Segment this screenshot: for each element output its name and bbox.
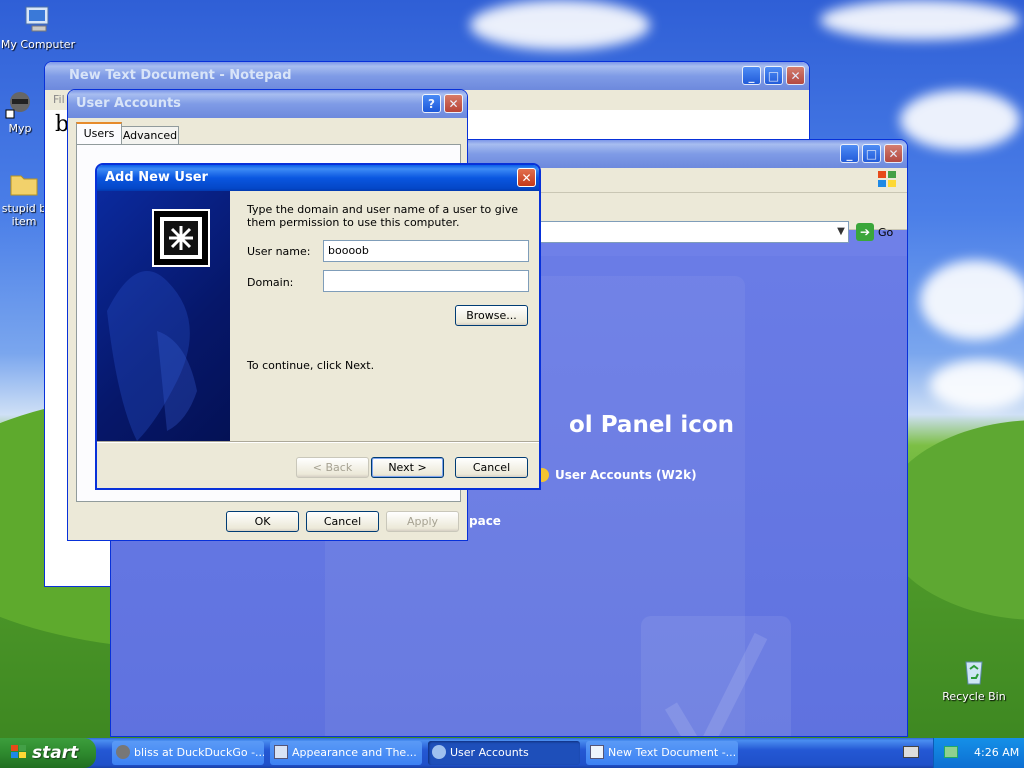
start-button[interactable]: start	[0, 738, 96, 768]
checkmark-watermark-icon	[631, 586, 811, 736]
browse-button[interactable]: Browse...	[455, 305, 528, 326]
add-new-user-title: Add New User	[105, 170, 208, 185]
notepad-menu-file[interactable]: Fil	[45, 93, 65, 106]
my-computer-icon[interactable]: My Computer	[0, 4, 76, 51]
wizard-side-image	[97, 191, 230, 441]
add-new-user-titlebar[interactable]: Add New User ✕	[97, 165, 539, 191]
help-icon[interactable]: ?	[422, 94, 441, 113]
task-user-accounts[interactable]: User Accounts	[428, 741, 580, 765]
next-button[interactable]: Next >	[371, 457, 444, 478]
network-icon[interactable]	[944, 746, 958, 758]
control-panel-heading: ol Panel icon	[569, 412, 735, 438]
cancel-button[interactable]: Cancel	[306, 511, 379, 532]
stupid-folder-label: stupid b item	[1, 202, 47, 228]
my-computer-label: My Computer	[0, 38, 76, 51]
computer-icon	[22, 4, 54, 36]
wizard-key-icon	[152, 209, 210, 267]
domain-input[interactable]	[323, 270, 529, 292]
minimize-icon[interactable]: _	[840, 144, 859, 163]
task-label: User Accounts	[450, 746, 529, 759]
username-label: User name:	[247, 245, 311, 258]
raccoon-icon	[116, 745, 130, 759]
taskbar: start bliss at DuckDuckGo -... Appearanc…	[0, 738, 1024, 768]
maximize-icon[interactable]: □	[862, 144, 881, 163]
ok-button[interactable]: OK	[226, 511, 299, 532]
task-notepad[interactable]: New Text Document -...	[586, 741, 738, 765]
task-label: New Text Document -...	[608, 746, 737, 759]
apply-button[interactable]: Apply	[386, 511, 459, 532]
user-accounts-title: User Accounts	[76, 96, 181, 111]
notepad-title: New Text Document - Notepad	[69, 68, 292, 83]
tab-advanced[interactable]: Advanced	[121, 126, 179, 145]
keyboard-icon[interactable]	[903, 746, 919, 758]
raccoon-shortcut-icon	[4, 88, 36, 120]
wizard-content: Type the domain and user name of a user …	[230, 191, 539, 441]
go-button[interactable]: Go	[878, 226, 893, 239]
address-input[interactable]	[531, 221, 849, 243]
user-accounts-icon	[432, 745, 446, 759]
task-label: Appearance and The...	[292, 746, 417, 759]
start-label: start	[32, 743, 79, 763]
system-tray: 4:26 AM	[933, 738, 1024, 768]
windows-logo-icon	[877, 170, 897, 188]
wizard-cancel-button[interactable]: Cancel	[455, 457, 528, 478]
stupid-folder-icon[interactable]: stupid b item	[0, 168, 48, 228]
close-icon[interactable]: ✕	[517, 168, 536, 187]
folder-icon	[8, 168, 40, 200]
maximize-icon[interactable]: □	[764, 66, 783, 85]
back-button[interactable]: < Back	[296, 457, 369, 478]
add-new-user-dialog[interactable]: Add New User ✕ Type the domain and user …	[95, 163, 541, 490]
close-icon[interactable]: ✕	[884, 144, 903, 163]
close-icon[interactable]: ✕	[444, 94, 463, 113]
tab-users-label: Users	[83, 127, 115, 140]
tab-advanced-label: Advanced	[122, 129, 178, 142]
wizard-description: Type the domain and user name of a user …	[247, 203, 519, 229]
tab-users[interactable]: Users	[76, 122, 122, 146]
myp-label: Myp	[8, 122, 32, 135]
myp-icon[interactable]: Myp	[0, 88, 44, 135]
continue-text: To continue, click Next.	[247, 359, 375, 372]
recycle-bin-glyph-icon	[958, 656, 990, 688]
domain-label: Domain:	[247, 276, 294, 289]
wizard-divider	[97, 441, 539, 443]
clock[interactable]: 4:26 AM	[974, 738, 1019, 768]
notepad-titlebar[interactable]: New Text Document - Notepad _ □ ✕	[45, 62, 809, 90]
task-appearance[interactable]: Appearance and The...	[270, 741, 422, 765]
control-panel-icon	[274, 745, 288, 759]
address-dropdown-icon[interactable]: ▼	[833, 223, 849, 241]
workspace-link[interactable]: pace	[469, 514, 501, 528]
recycle-bin-icon[interactable]: Recycle Bin	[936, 656, 1012, 703]
task-duckduckgo[interactable]: bliss at DuckDuckGo -...	[112, 741, 264, 765]
recycle-bin-label: Recycle Bin	[942, 690, 1006, 703]
task-label: bliss at DuckDuckGo -...	[134, 746, 264, 759]
notepad-icon	[590, 745, 604, 759]
windows-flag-icon	[10, 740, 28, 758]
user-accounts-titlebar[interactable]: User Accounts ? ✕	[68, 90, 467, 118]
go-arrow-icon[interactable]: ➔	[856, 223, 874, 241]
username-input[interactable]: boooob	[323, 240, 529, 262]
user-accounts-w2k-link[interactable]: User Accounts (W2k)	[555, 468, 697, 482]
close-icon[interactable]: ✕	[786, 66, 805, 85]
minimize-icon[interactable]: _	[742, 66, 761, 85]
